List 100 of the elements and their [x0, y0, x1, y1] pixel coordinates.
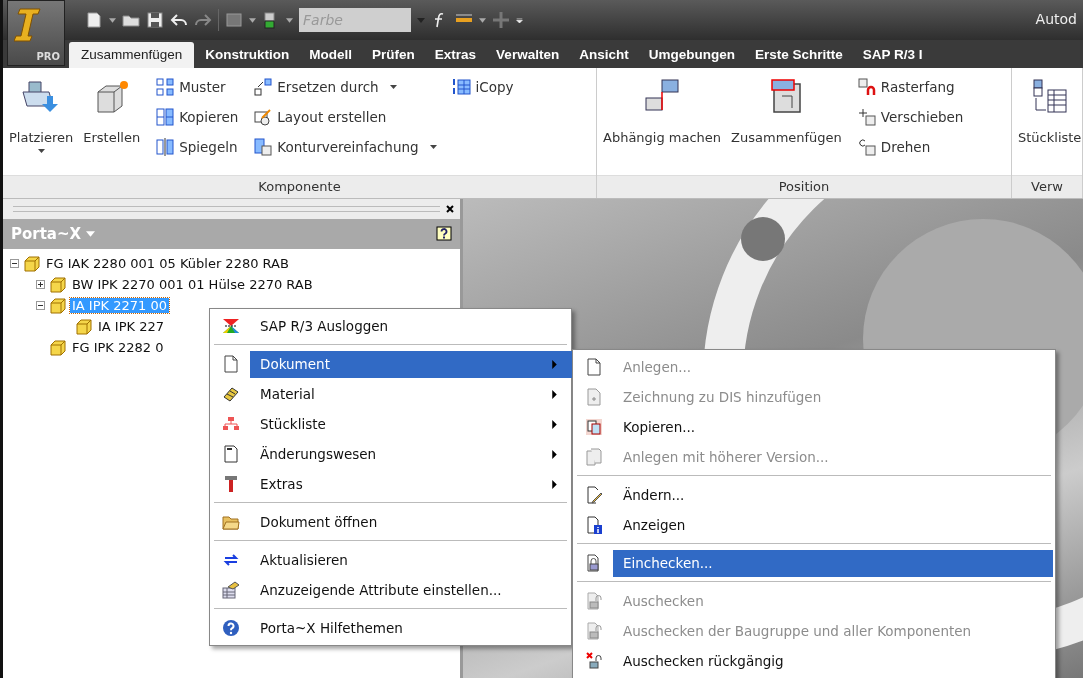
ribbon-tab[interactable]: Konstruktion [196, 43, 299, 68]
image-icon[interactable] [225, 11, 243, 29]
ribbon-button[interactable]: Muster [154, 74, 241, 100]
cube-icon [75, 317, 93, 336]
tree-item[interactable]: FG IAK 2280 001 05 Kübler 2280 RAB [44, 256, 291, 271]
ribbon-button[interactable]: Konturvereinfachung [252, 134, 439, 160]
document-icon [222, 355, 240, 373]
ribbon-button[interactable]: Platzieren [7, 74, 76, 157]
ribbon-button[interactable]: Layout erstellen [252, 104, 439, 130]
expand-icon[interactable] [35, 280, 46, 289]
customize-menu-icon[interactable] [516, 17, 523, 23]
new-file-icon[interactable] [85, 11, 103, 29]
ribbon-tab[interactable]: Prüfen [363, 43, 424, 68]
ribbon-button[interactable]: Abhängig machen [601, 74, 724, 149]
app-menu-button[interactable]: PRO [7, 0, 65, 66]
menu-item[interactable]: Aktualisieren [212, 545, 569, 575]
ribbon-tab[interactable]: Modell [300, 43, 362, 68]
menu-item[interactable]: Anzuzeigende Attribute einstellen... [212, 575, 569, 605]
menu-item[interactable]: Auschecken rückgängig [575, 646, 1053, 676]
tree-item[interactable]: BW IPK 2270 001 01 Hülse 2270 RAB [70, 277, 315, 292]
ribbon-button[interactable]: Ersetzen durch [252, 74, 439, 100]
ribbon-button[interactable]: Rasterfang [855, 74, 966, 100]
close-icon[interactable] [446, 205, 454, 213]
document-pencil-icon [585, 486, 603, 504]
menu-item[interactable]: Material [212, 379, 569, 409]
document-number-icon [222, 445, 240, 463]
collapse-icon[interactable] [35, 301, 46, 310]
submenu-arrow-icon [552, 359, 557, 369]
caret-icon[interactable] [286, 17, 293, 23]
hammer-icon [222, 475, 240, 493]
grid-icon [452, 78, 471, 96]
caret-icon[interactable] [37, 149, 45, 153]
menu-item[interactable]: Porta~X Hilfethemen [212, 613, 569, 643]
move-cube-icon [857, 108, 876, 126]
ribbon-tab[interactable]: Extras [425, 43, 486, 68]
ribbon-button[interactable]: Erstellen [81, 74, 143, 149]
caret-icon[interactable] [109, 17, 116, 23]
menu-item[interactable]: Dokument öffnen [212, 507, 569, 537]
submenu-arrow-icon [552, 479, 557, 489]
ribbon-button[interactable]: Drehen [855, 134, 966, 160]
bricks-icon [222, 385, 240, 403]
table-pen-icon [222, 581, 240, 599]
menu-item[interactable]: Anzeigen [575, 510, 1053, 540]
submenu-arrow-icon [552, 419, 557, 429]
caret-icon[interactable] [479, 17, 486, 23]
document-icon [585, 358, 603, 376]
tree-item[interactable]: FG IPK 2282 0 [70, 340, 166, 355]
cube-icon [49, 338, 67, 357]
panel-title: Position [597, 175, 1011, 198]
ribbon-button[interactable]: Spiegeln [154, 134, 241, 160]
ribbon-tab[interactable]: SAP R/3 I [853, 43, 932, 68]
logo-icon [14, 7, 44, 43]
layout-pencil-icon [254, 108, 273, 126]
hierarchy-icon [222, 415, 240, 433]
panel-title: Verw [1012, 175, 1082, 198]
help-icon[interactable] [436, 226, 452, 242]
document-info-icon [585, 516, 603, 534]
cube-icon [23, 254, 41, 273]
menu-item[interactable]: Kopieren... [575, 412, 1053, 442]
ribbon-button[interactable]: iCopy [450, 74, 516, 100]
menu-item[interactable]: SAP R/3 Ausloggen [212, 311, 569, 341]
menu-item[interactable]: Ändern... [575, 480, 1053, 510]
window-title: Autod [1035, 11, 1077, 27]
menu-item[interactable]: Änderungswesen [212, 439, 569, 469]
copy-icon [585, 418, 603, 436]
collapse-icon[interactable] [9, 259, 20, 268]
document-unlock-icon [585, 592, 603, 610]
submenu-arrow-icon [552, 389, 557, 399]
caret-icon[interactable] [389, 85, 397, 89]
tree-item[interactable]: IA IPK 227 [96, 319, 166, 334]
cube-icon [49, 275, 67, 294]
cubes-icon [254, 138, 273, 156]
menu-item[interactable]: Stückliste [212, 409, 569, 439]
unlock-cross-icon [585, 652, 603, 670]
mirror-icon [156, 138, 175, 156]
save-icon[interactable] [146, 11, 164, 29]
rotate-cube-icon [857, 138, 876, 156]
plus-icon[interactable] [492, 11, 510, 29]
ribbon-tab[interactable]: Zusammenfügen [69, 42, 195, 68]
cube-icon [49, 296, 67, 315]
menu-item[interactable]: Extras [212, 469, 569, 499]
ribbon-button[interactable]: Zusammenfügen [729, 74, 844, 149]
copy-blocks-icon [156, 108, 175, 126]
ribbon-button[interactable]: Stückliste [1016, 74, 1082, 149]
cross-arrows-icon [222, 317, 240, 335]
ribbon-tab[interactable]: Erste Schritte [745, 43, 852, 68]
caret-icon[interactable] [249, 17, 256, 23]
pattern-icon [156, 78, 175, 96]
ribbon-tab[interactable]: Ansicht [570, 43, 638, 68]
ribbon-button[interactable]: Verschieben [855, 104, 966, 130]
ribbon-button[interactable]: Kopieren [154, 104, 241, 130]
caret-icon[interactable] [429, 145, 437, 149]
magnet-cube-icon [857, 78, 876, 96]
document-plus-icon [585, 388, 603, 406]
submenu-arrow-icon [552, 449, 557, 459]
ribbon-tab[interactable]: Umgebungen [639, 43, 744, 68]
document-unlock-icon [585, 622, 603, 640]
documents-icon [585, 448, 603, 466]
edition-label: PRO [36, 51, 60, 62]
ribbon-tab[interactable]: Verwalten [487, 43, 569, 68]
